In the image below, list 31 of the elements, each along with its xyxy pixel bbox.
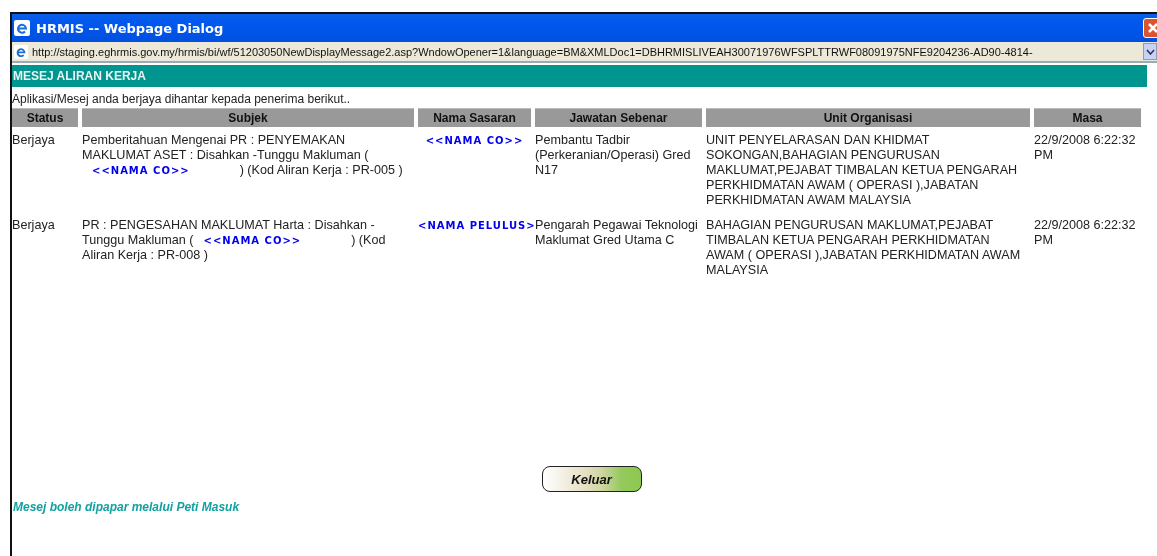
subject-text: Pemberitahuan Mengenai PR : PENYEMAKAN MAKLUMAT ASET : Disahkan -Tunggu Makluman ( <<NAMA CO>> ) (Kod Aliran Kerja : PR-005 ) (82, 132, 404, 179)
time-cell-text: 22/9/2008 6:22:32 PM (1034, 132, 1137, 164)
column-header: Masa (1034, 108, 1141, 127)
time-cell-text: 22/9/2008 6:22:32 PM (1034, 217, 1137, 249)
intro-text: Aplikasi/Mesej anda berjaya dihantar kepada penerima berikut.. (12, 91, 352, 108)
status-cell-text: Berjaya (12, 217, 56, 234)
position-cell-text: Pengarah Pegawai Teknologi Maklumat Gred Utama C (535, 217, 699, 249)
status-cell-text: Berjaya (12, 132, 56, 149)
recipient-name: <<NAMA CO>> (202, 235, 303, 246)
page-icon (14, 44, 28, 59)
position-cell-text: Pembantu Tadbir (Perkeranian/Operasi) Gred N17 (535, 132, 692, 179)
column-header: Jawatan Sebenar (535, 108, 702, 127)
target-name: <NAMA PELULUS> (418, 220, 536, 231)
section-header: MESEJ ALIRAN KERJA (12, 65, 1147, 87)
browser-icon (14, 20, 30, 36)
close-icon (1147, 22, 1157, 34)
exit-button[interactable]: Keluar (541, 466, 642, 492)
chevron-down-icon (1145, 48, 1155, 55)
column-header: Status (12, 108, 78, 127)
subject-text: PR : PENGESAHAN MAKLUMAT Harta : Disahkan - Tunggu Makluman ( <<NAMA CO>> ) (Kod Aliran Kerja : PR-008 ) (82, 217, 387, 264)
close-button[interactable] (1143, 18, 1157, 38)
unit-cell-text: UNIT PENYELARASAN DAN KHIDMAT SOKONGAN,BAHAGIAN PENGURUSAN MAKLUMAT,PEJABAT TIMBALAN KETUA PENGARAH PERKHIDMATAN AWAM ( OPERASI ),JABATAN PERKHIDMATAN AWAM MALAYSIA (706, 132, 1019, 209)
unit-cell-text: BAHAGIAN PENGURUSAN MAKLUMAT,PEJABAT TIMBALAN KETUA PENGARAH PERKHIDMATAN AWAM ( OPERASI ),JABATAN PERKHIDMATAN AWAM MALAYSIA (706, 217, 1022, 279)
target-name: <<NAMA CO>> (425, 135, 524, 146)
column-header: Unit Organisasi (706, 108, 1030, 127)
column-header: Subjek (82, 108, 414, 127)
dropdown-button[interactable] (1143, 43, 1157, 60)
column-header: Nama Sasaran (418, 108, 531, 127)
recipient-name: <<NAMA CO>> (91, 165, 191, 176)
footer-note: Mesej boleh dipapar melalui Peti Masuk (12, 499, 241, 516)
window-title: HRMIS -- Webpage Dialog (36, 20, 225, 36)
